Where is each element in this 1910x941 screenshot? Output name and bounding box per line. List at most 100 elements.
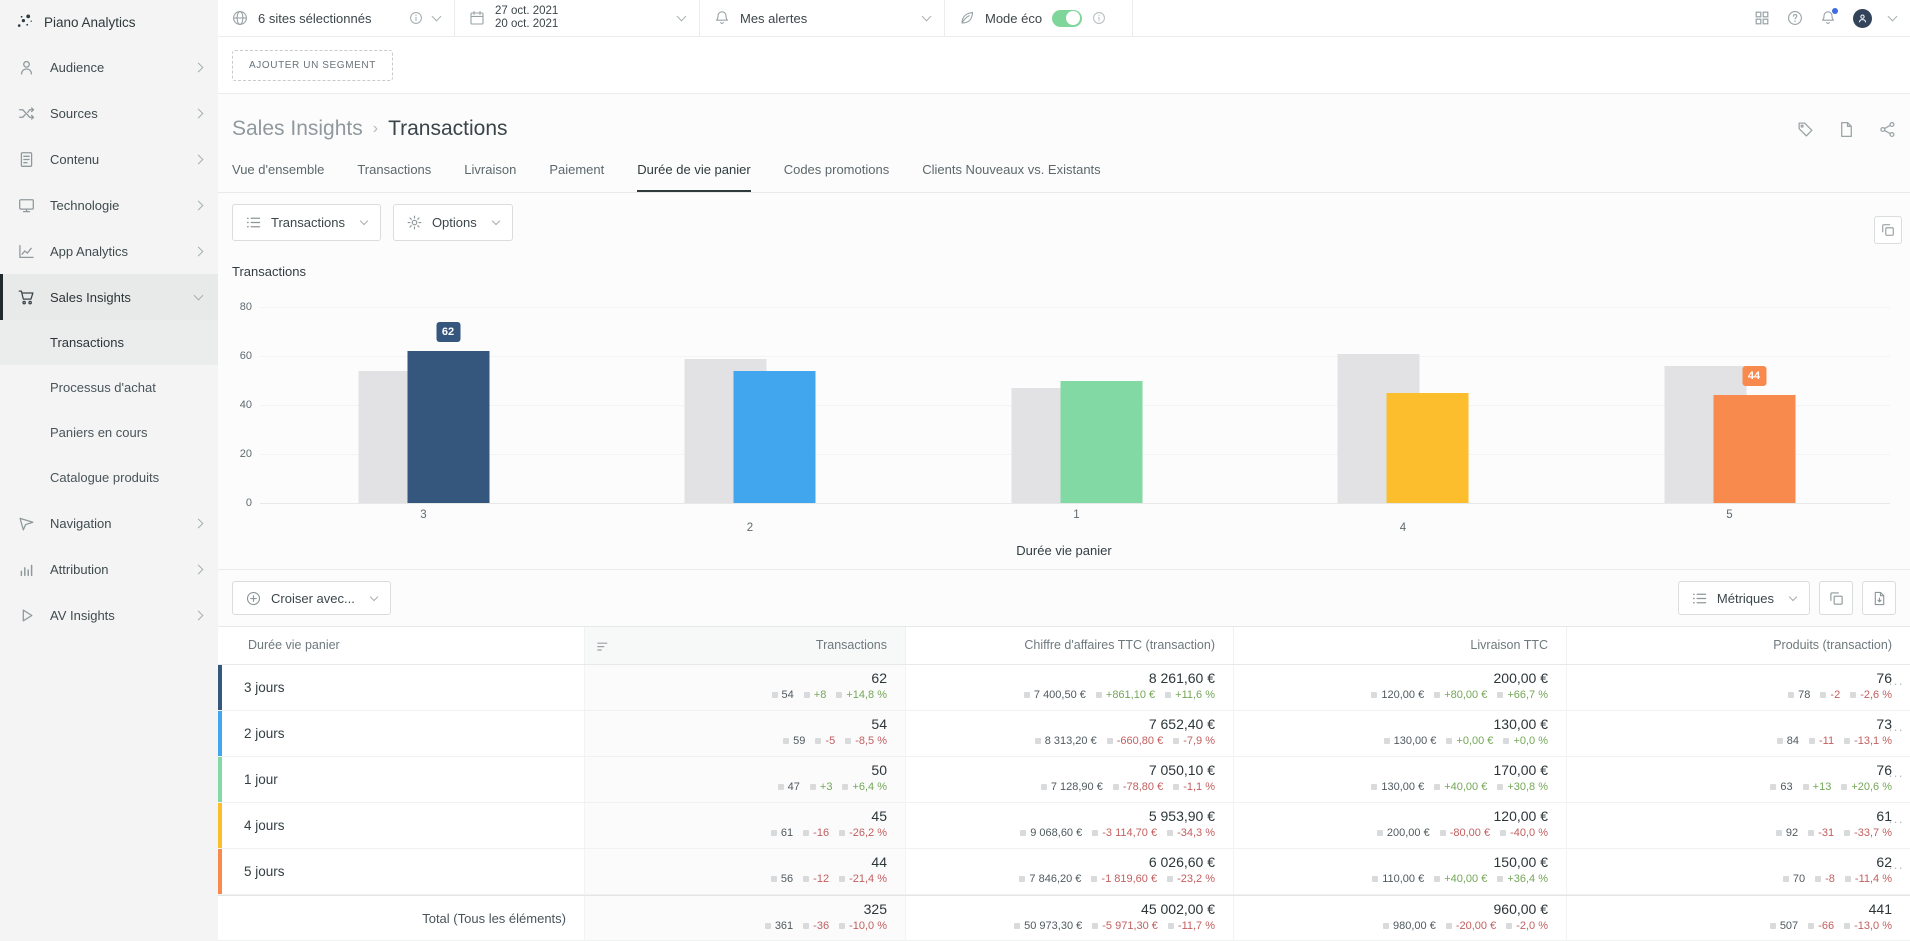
legend-square-icon	[810, 784, 816, 790]
sidebar-subitem-transactions[interactable]: Transactions	[0, 320, 218, 365]
legend-square-icon	[1850, 692, 1856, 698]
table-row[interactable]: 1 jour5047+3+6,4 %7 050,10 €7 128,90 €-7…	[218, 757, 1910, 803]
options-dropdown[interactable]: Options	[393, 204, 513, 241]
y-axis-tick: 20	[222, 448, 252, 460]
change-value: -2	[1820, 689, 1840, 701]
chart: 0204060806244 32145	[218, 307, 1910, 537]
row-menu-button[interactable]: ...	[1889, 765, 1904, 780]
row-menu-button[interactable]: ...	[1889, 811, 1904, 826]
metric-cell: 6 026,60 €7 846,20 €-1 819,60 €-23,2 %	[905, 849, 1233, 894]
copy-chart-button[interactable]	[1874, 216, 1902, 244]
breadcrumb-section[interactable]: Sales Insights	[232, 117, 363, 141]
dimension-dropdown[interactable]: Transactions	[232, 204, 381, 241]
row-label: 2 jours	[218, 711, 584, 756]
export-table-button[interactable]	[1862, 581, 1896, 615]
tab-clients-nouveaux-vs-existants[interactable]: Clients Nouveaux vs. Existants	[922, 159, 1100, 192]
row-menu-button[interactable]: ...	[1889, 673, 1904, 688]
add-segment-button[interactable]: AJOUTER UN SEGMENT	[232, 50, 393, 81]
current-period-bar[interactable]	[734, 371, 816, 503]
change-percent: -11,7 %	[1168, 920, 1215, 932]
metric-value: 7 652,40 €	[906, 716, 1215, 733]
eco-mode-toggle[interactable]	[1052, 10, 1082, 27]
tab-livraison[interactable]: Livraison	[464, 159, 516, 192]
change-value: -36	[803, 920, 829, 932]
user-avatar[interactable]	[1853, 9, 1872, 28]
site-selector[interactable]: 6 sites sélectionnés	[218, 0, 455, 36]
tab-transactions[interactable]: Transactions	[357, 159, 431, 192]
tab-vue-densemble[interactable]: Vue d'ensemble	[232, 159, 324, 192]
brand-label: Piano Analytics	[44, 15, 136, 30]
legend-square-icon	[1020, 830, 1026, 836]
apps-grid-icon[interactable]	[1754, 10, 1770, 26]
topbar-icons	[1754, 0, 1910, 36]
sidebar-item-attribution[interactable]: Attribution	[0, 546, 218, 592]
sidebar-item-audience[interactable]: Audience	[0, 44, 218, 90]
sidebar-item-contenu[interactable]: Contenu	[0, 136, 218, 182]
export-file-icon[interactable]	[1838, 121, 1855, 138]
share-icon[interactable]	[1879, 121, 1896, 138]
leaf-icon	[959, 10, 975, 26]
tab-codes-promotions[interactable]: Codes promotions	[784, 159, 890, 192]
row-accent	[218, 711, 222, 756]
column-header-transactions[interactable]: Transactions	[584, 627, 905, 664]
cart-icon	[18, 289, 35, 306]
sidebar-item-navigation[interactable]: Navigation	[0, 500, 218, 546]
tab-paiement[interactable]: Paiement	[549, 159, 604, 192]
sidebar-item-sales-insights[interactable]: Sales Insights	[0, 274, 218, 320]
legend-square-icon	[1113, 784, 1119, 790]
y-axis-tick: 0	[222, 497, 252, 509]
info-icon[interactable]	[1092, 11, 1106, 25]
comparison-line: 63+13+20,6 %	[1567, 781, 1892, 793]
column-header-chiffre-affaires[interactable]: Chiffre d'affaires TTC (transaction)	[905, 627, 1233, 664]
date-range-picker[interactable]: 27 oct. 2021 20 oct. 2021	[455, 0, 700, 36]
sidebar-item-app-analytics[interactable]: App Analytics	[0, 228, 218, 274]
copy-table-button[interactable]	[1819, 581, 1853, 615]
tab-duree-de-vie-panier[interactable]: Durée de vie panier	[637, 159, 750, 192]
chevron-down-icon	[370, 592, 378, 600]
row-menu-button[interactable]: ...	[1889, 719, 1904, 734]
globe-icon	[232, 10, 248, 26]
row-menu-button[interactable]: ...	[1889, 857, 1904, 872]
column-header-livraison[interactable]: Livraison TTC	[1233, 627, 1566, 664]
current-period-bar[interactable]	[1060, 381, 1142, 504]
change-value: -11	[1809, 735, 1834, 747]
sidebar-item-technologie[interactable]: Technologie	[0, 182, 218, 228]
info-icon[interactable]	[409, 11, 423, 25]
sidebar-item-sources[interactable]: Sources	[0, 90, 218, 136]
previous-value: 70	[1783, 873, 1805, 885]
table-row[interactable]: 3 jours6254+8+14,8 %8 261,60 €7 400,50 €…	[218, 665, 1910, 711]
comparison-line: 8 313,20 €-660,80 €-7,9 %	[906, 735, 1215, 747]
current-period-bar[interactable]	[407, 351, 489, 503]
current-period-bar[interactable]	[1387, 393, 1469, 503]
current-period-bar[interactable]	[1713, 395, 1795, 503]
metric-value: 62	[585, 670, 887, 687]
y-axis-tick: 40	[222, 399, 252, 411]
user-menu-chevron-icon[interactable]	[1888, 12, 1898, 22]
alerts-selector[interactable]: Mes alertes	[700, 0, 945, 36]
column-header-produits[interactable]: Produits (transaction)	[1566, 627, 1910, 664]
legend-square-icon	[1841, 784, 1847, 790]
metrics-dropdown[interactable]: Métriques	[1678, 581, 1810, 615]
cross-with-dropdown[interactable]: Croiser avec...	[232, 581, 391, 615]
sidebar-item-av-insights[interactable]: AV Insights	[0, 592, 218, 638]
sidebar-subitem-paniers-en-cours[interactable]: Paniers en cours	[0, 410, 218, 455]
sidebar-subitem-processus-achat[interactable]: Processus d'achat	[0, 365, 218, 410]
sidebar-subitem-catalogue-produits[interactable]: Catalogue produits	[0, 455, 218, 500]
bookmark-icon[interactable]	[1797, 121, 1814, 138]
table-actions: Métriques	[1678, 581, 1896, 615]
content-icon	[18, 151, 35, 168]
table-row[interactable]: 2 jours5459-5-8,5 %7 652,40 €8 313,20 €-…	[218, 711, 1910, 757]
help-icon[interactable]	[1787, 10, 1803, 26]
table-row[interactable]: 5 jours4456-12-21,4 %6 026,60 €7 846,20 …	[218, 849, 1910, 895]
table-row[interactable]: 4 jours4561-16-26,2 %5 953,90 €9 068,60 …	[218, 803, 1910, 849]
legend-square-icon	[839, 923, 845, 929]
x-axis-label: 3	[420, 509, 426, 521]
previous-value: 110,00 €	[1372, 873, 1424, 885]
chevron-right-icon	[194, 200, 204, 210]
column-header-duree-vie-panier[interactable]: Durée vie panier	[218, 627, 584, 664]
comparison-line: 507-66-13,0 %	[1567, 920, 1892, 932]
legend-square-icon	[1788, 692, 1794, 698]
metric-value: 54	[585, 716, 887, 733]
metric-cell: 441507-66-13,0 %	[1566, 896, 1910, 940]
notifications-bell-icon[interactable]	[1820, 10, 1836, 26]
